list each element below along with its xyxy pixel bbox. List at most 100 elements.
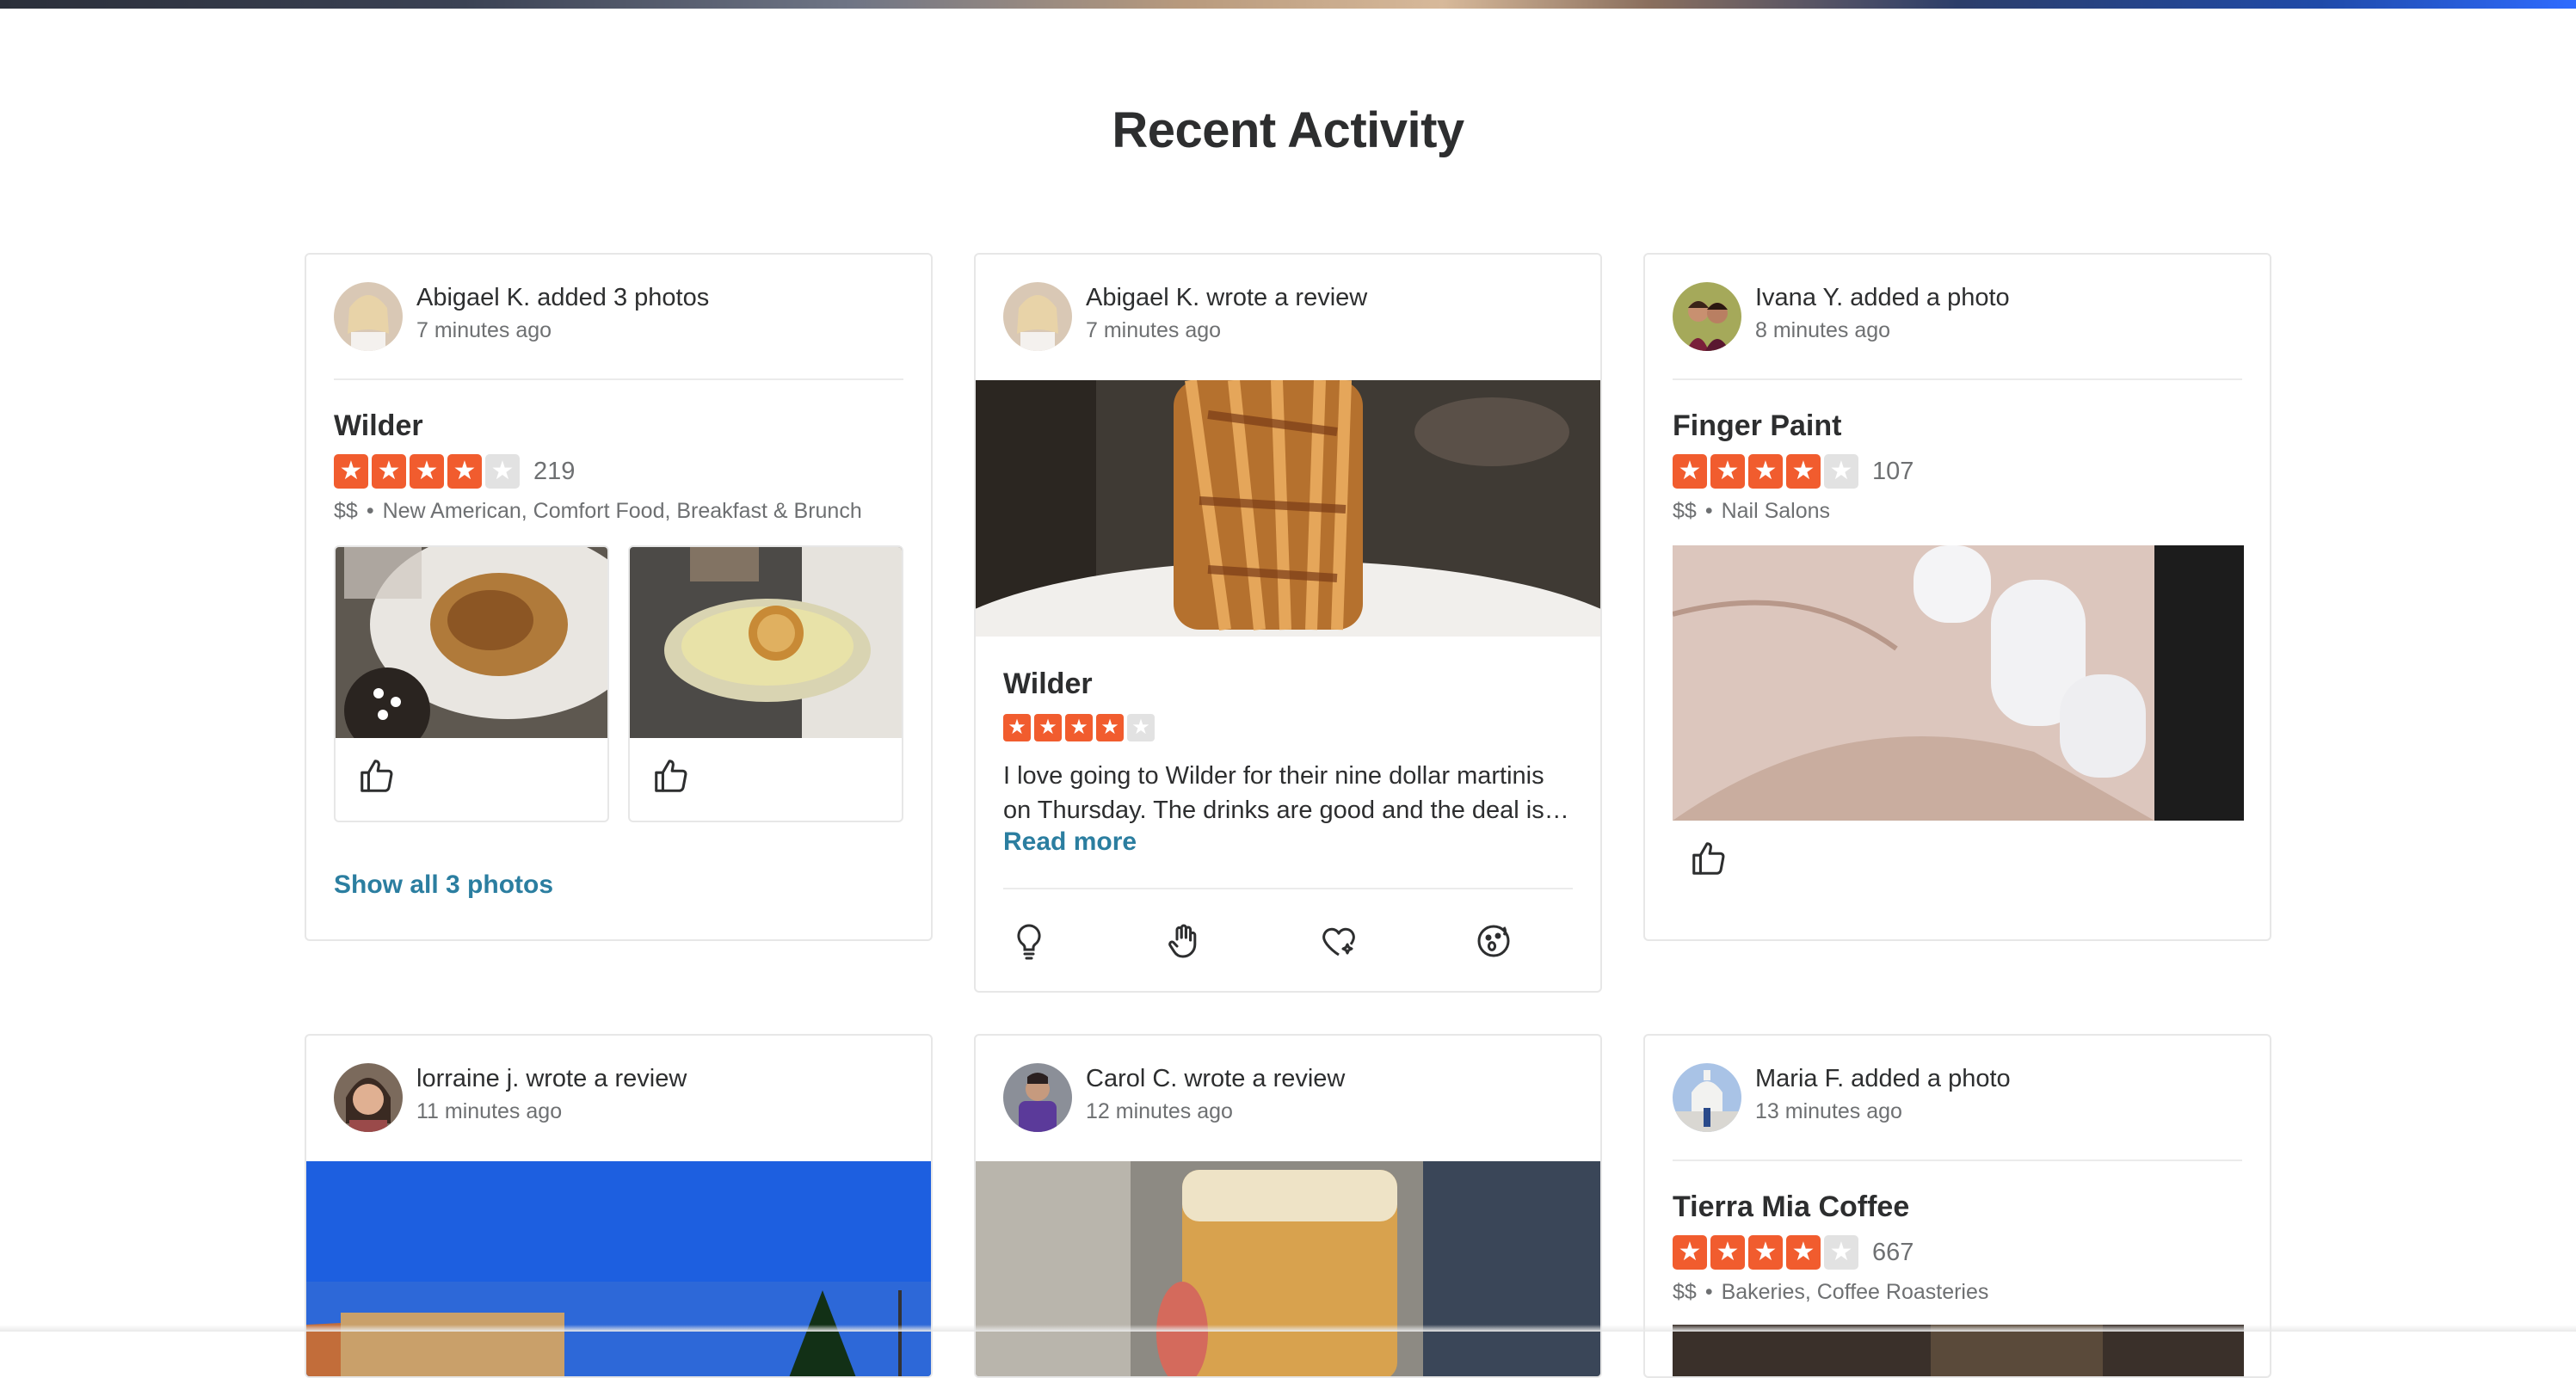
star-icon: ★ [1824,454,1858,489]
avatar[interactable] [1673,282,1741,351]
review-photo[interactable] [976,380,1600,637]
business-name[interactable]: Tierra Mia Coffee [1673,1190,1909,1224]
card-header: Ivana Y. added a photo 8 minutes ago [1673,282,2242,354]
star-icon: ★ [334,454,368,489]
star-icon: ★ [372,454,406,489]
divider [1673,378,2242,380]
price-range: $$ [1673,1280,1697,1304]
review-count: 219 [533,458,576,485]
activity-time: 12 minutes ago [1086,1099,1233,1123]
thumbs-up-icon [361,760,393,792]
divider [334,378,903,380]
activity-card: Abigael K. wrote a review 7 minutes ago … [974,253,1602,993]
avatar[interactable] [1673,1063,1741,1132]
nail-photo[interactable] [1673,545,2244,821]
review-photo[interactable] [976,1161,1600,1376]
business-meta: $$ • Bakeries, Coffee Roasteries [1673,1280,1988,1305]
star-rating: ★ ★ ★ ★ ★ [1673,1235,1858,1270]
activity-actor[interactable]: Carol C. wrote a review [1086,1065,1345,1093]
surprised-face-icon [1477,925,1510,957]
activity-card: Ivana Y. added a photo 8 minutes ago Fin… [1643,253,2271,941]
business-meta: $$ • New American, Comfort Food, Breakfast… [334,499,862,524]
photo-tile [334,545,609,822]
categories[interactable]: New American, Comfort Food, Breakfast & … [383,499,862,523]
star-icon: ★ [1003,714,1031,741]
divider [1003,888,1573,889]
star-icon: ★ [1034,714,1062,741]
section-title: Recent Activity [1112,102,1464,158]
star-icon: ★ [1710,1235,1745,1270]
star-rating: ★ ★ ★ ★ ★ [1003,714,1155,748]
activity-time: 13 minutes ago [1755,1099,1902,1123]
review-count: 107 [1872,458,1914,485]
thumbs-up-icon [655,760,687,792]
business-name[interactable]: Wilder [334,409,423,443]
food-photo[interactable] [336,547,607,738]
star-icon: ★ [485,454,520,489]
activity-time: 8 minutes ago [1755,318,1891,342]
bottom-shade [0,1325,2576,1332]
oh-no-button[interactable] [1468,915,1519,967]
avatar[interactable] [334,1063,403,1132]
business-meta: $$ • Nail Salons [1673,499,1830,524]
photo-tile [628,545,903,822]
review-count: 667 [1872,1239,1914,1266]
card-header: Abigael K. wrote a review 7 minutes ago [1003,282,1573,354]
star-icon: ★ [1824,1235,1858,1270]
star-icon: ★ [1096,714,1124,741]
activity-actor[interactable]: Maria F. added a photo [1755,1065,2011,1093]
star-icon: ★ [1673,1235,1707,1270]
lightbulb-icon [1017,924,1041,960]
activity-time: 7 minutes ago [1086,318,1222,342]
like-button[interactable] [649,754,693,798]
separator-dot: • [366,499,374,523]
business-name[interactable]: Wilder [1003,667,1093,701]
love-this-button[interactable] [1313,915,1365,967]
business-name[interactable]: Finger Paint [1673,409,1841,443]
show-all-photos-link[interactable]: Show all 3 photos [334,870,553,900]
business-photo[interactable] [1673,1325,2244,1376]
reaction-bar [1003,915,1573,967]
activity-card: Abigael K. added 3 photos 7 minutes ago … [305,253,933,941]
review-photo[interactable] [306,1161,931,1376]
card-header: Carol C. wrote a review 12 minutes ago [1003,1063,1573,1135]
activity-actor[interactable]: lorraine j. wrote a review [416,1065,687,1093]
activity-actor[interactable]: Ivana Y. added a photo [1755,284,2010,312]
like-button[interactable] [354,754,399,798]
review-line: on Thursday. The drinks are good and the… [1003,797,1569,824]
thanks-button[interactable] [1158,915,1210,967]
separator-dot: • [1704,499,1713,523]
categories[interactable]: Bakeries, Coffee Roasteries [1722,1280,1989,1304]
star-rating: ★ ★ ★ ★ ★ [334,454,520,489]
activity-actor[interactable]: Abigael K. wrote a review [1086,284,1367,312]
card-header: Abigael K. added 3 photos 7 minutes ago [334,282,903,354]
avatar[interactable] [1003,1063,1072,1132]
star-icon: ★ [1673,454,1707,489]
helpful-button[interactable] [1003,915,1055,967]
heart-sparkle-icon [1322,927,1355,957]
like-button[interactable] [1686,836,1731,881]
star-icon: ★ [410,454,444,489]
read-more-link[interactable]: Read more [1003,827,1137,857]
hero-image-strip [0,0,2576,9]
card-header: Maria F. added a photo 13 minutes ago [1673,1063,2242,1135]
price-range: $$ [334,499,358,523]
star-rating: ★ ★ ★ ★ ★ [1673,454,1858,489]
categories[interactable]: Nail Salons [1722,499,1830,523]
separator-dot: • [1704,1280,1713,1304]
star-icon: ★ [1748,454,1783,489]
star-icon: ★ [1748,1235,1783,1270]
drink-photo[interactable] [630,547,902,738]
clapping-hand-icon [1168,924,1197,958]
star-icon: ★ [1065,714,1093,741]
star-icon: ★ [1786,454,1821,489]
activity-actor[interactable]: Abigael K. added 3 photos [416,284,709,312]
card-header: lorraine j. wrote a review 11 minutes ag… [334,1063,903,1135]
star-icon: ★ [447,454,482,489]
review-line: I love going to Wilder for their nine do… [1003,762,1544,790]
avatar[interactable] [334,282,403,351]
activity-time: 7 minutes ago [416,318,552,342]
review-text: I love going to Wilder for their nine do… [1003,759,1573,827]
avatar[interactable] [1003,282,1072,351]
star-icon: ★ [1127,714,1155,741]
